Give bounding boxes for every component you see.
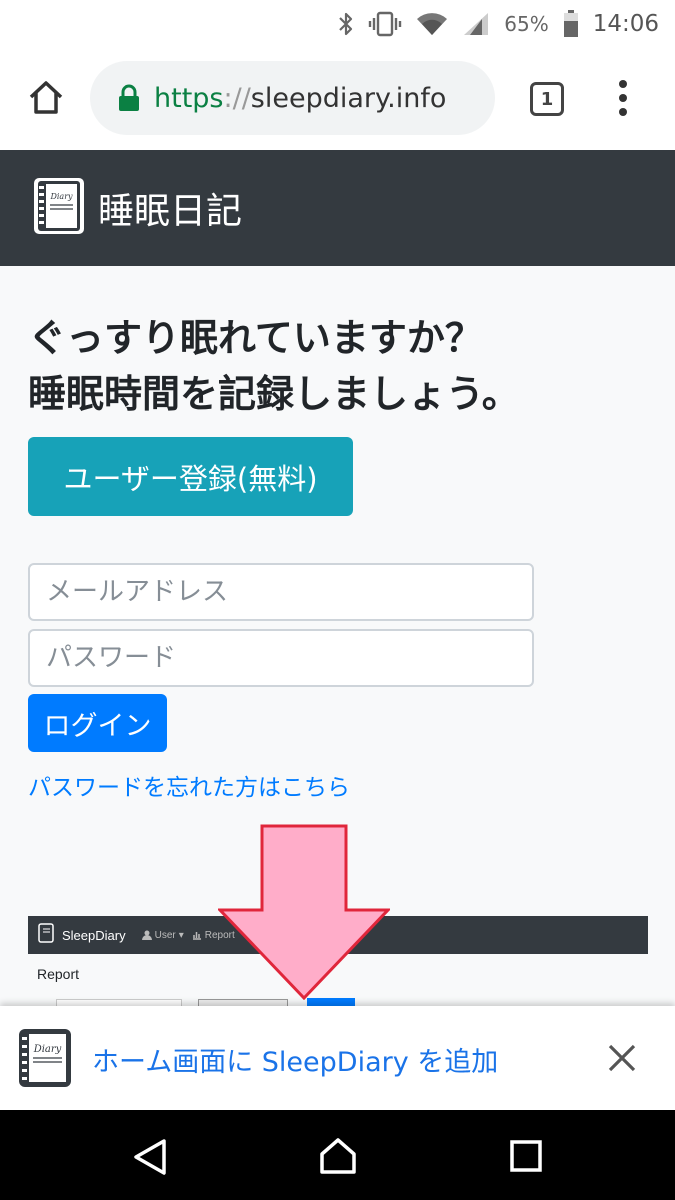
address-bar[interactable]: https://sleepdiary.info bbox=[90, 61, 495, 135]
clock: 14:06 bbox=[592, 11, 659, 37]
signal-icon bbox=[462, 11, 490, 37]
url-text[interactable]: https://sleepdiary.info bbox=[154, 83, 446, 114]
url-separator: :// bbox=[223, 82, 251, 114]
preview-user-label: User bbox=[154, 929, 176, 941]
caret-down-icon: ▾ bbox=[178, 929, 184, 941]
status-bar: 65% 14:06 bbox=[0, 0, 675, 48]
register-button[interactable]: ユーザー登録(無料) bbox=[28, 437, 353, 516]
password-field[interactable] bbox=[28, 629, 534, 687]
login-button[interactable]: ログイン bbox=[28, 694, 167, 752]
url-host: sleepdiary.info bbox=[250, 82, 447, 114]
more-vert-icon bbox=[619, 80, 627, 116]
preview-button-group bbox=[198, 999, 288, 1006]
site-navbar: Diary 睡眠日記 bbox=[0, 150, 675, 266]
battery-icon bbox=[563, 10, 579, 38]
home-icon bbox=[29, 81, 63, 114]
wifi-icon bbox=[416, 11, 448, 37]
nav-home-button[interactable] bbox=[318, 1137, 358, 1179]
logo-text: Diary bbox=[49, 192, 73, 201]
down-arrow-icon bbox=[218, 824, 390, 1000]
sleepdiary-app-icon: Diary bbox=[18, 1028, 72, 1092]
home-icon bbox=[320, 1138, 356, 1174]
preview-date-field bbox=[56, 999, 182, 1006]
diary-logo-icon[interactable]: Diary bbox=[32, 176, 86, 240]
close-banner-button[interactable] bbox=[606, 1042, 638, 1074]
browser-home-button[interactable] bbox=[26, 78, 66, 118]
tab-switcher-button[interactable]: 1 bbox=[530, 82, 564, 116]
headline-line-1: ぐっすり眠れていますか？ bbox=[28, 316, 483, 360]
site-brand-name[interactable]: 睡眠日記 bbox=[98, 182, 242, 234]
email-field[interactable] bbox=[28, 563, 534, 621]
bluetooth-icon bbox=[338, 11, 354, 37]
add-to-home-banner[interactable]: Diary ホーム画面に SleepDiary を追加 bbox=[0, 1006, 675, 1110]
back-icon bbox=[134, 1139, 166, 1175]
lock-icon bbox=[119, 84, 139, 111]
battery-percent: 65% bbox=[504, 12, 549, 36]
browser-toolbar: https://sleepdiary.info 1 bbox=[0, 48, 675, 150]
preview-nav-user: User ▾ bbox=[141, 929, 184, 941]
recents-icon bbox=[510, 1140, 542, 1172]
preview-brand: SleepDiary bbox=[62, 927, 126, 943]
bar-chart-icon bbox=[192, 932, 201, 940]
nav-recents-button[interactable] bbox=[510, 1140, 542, 1176]
browser-menu-button[interactable] bbox=[612, 78, 634, 118]
url-scheme: https bbox=[154, 82, 224, 114]
add-to-home-text[interactable]: ホーム画面に SleepDiary を追加 bbox=[92, 1040, 498, 1079]
headline-line-2: 睡眠時間を記録しましょう。 bbox=[28, 372, 520, 416]
forgot-password-link[interactable]: パスワードを忘れた方はこちら bbox=[28, 768, 350, 802]
nav-back-button[interactable] bbox=[132, 1138, 168, 1180]
preview-page-title: Report bbox=[37, 966, 80, 982]
preview-diary-icon bbox=[38, 923, 54, 947]
android-nav-bar bbox=[0, 1110, 675, 1200]
page-headline: ぐっすり眠れていますか？ 睡眠時間を記録しましょう。 bbox=[28, 310, 520, 422]
user-icon bbox=[141, 930, 152, 940]
close-icon bbox=[608, 1044, 636, 1072]
vibrate-icon bbox=[368, 11, 402, 37]
app-icon-text: Diary bbox=[33, 1044, 62, 1055]
